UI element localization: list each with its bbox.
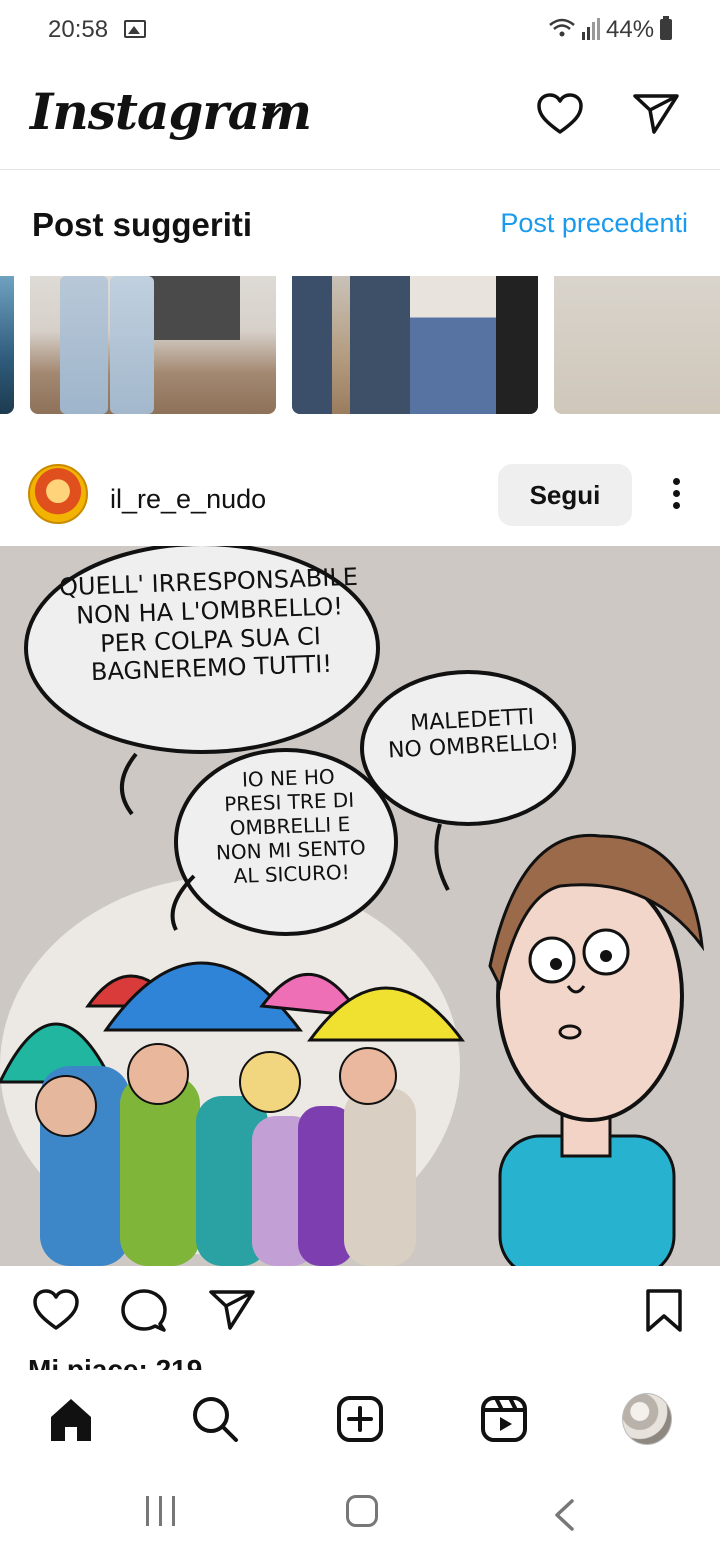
comic-bubble-1: QUELL' IRRESPONSABILE NON HA L'OMBRELLO!… (58, 562, 359, 687)
suggested-thumbnail[interactable] (0, 276, 14, 414)
suggested-title: Post suggeriti (32, 206, 253, 243)
post-username[interactable]: il_re_e_nudo (110, 484, 266, 515)
share-icon[interactable] (208, 1288, 256, 1332)
suggested-posts-header: Post suggeriti Post precedenti (0, 170, 720, 276)
bookmark-icon[interactable] (644, 1288, 684, 1334)
chevron-down-icon[interactable] (262, 106, 282, 120)
comic-bubble-3: IO NE HO PRESI TRE DI OMBRELLI E NON MI … (215, 764, 367, 888)
nav-profile[interactable] (622, 1393, 672, 1445)
suggested-thumbnails-strip[interactable] (0, 276, 720, 416)
avatar[interactable] (28, 464, 88, 524)
system-navigation-bar (0, 1470, 720, 1560)
home-button-icon[interactable] (346, 1495, 378, 1527)
thumbnail-detail (292, 276, 332, 414)
suggested-thumbnail[interactable] (554, 276, 720, 414)
home-icon (51, 1399, 91, 1441)
wifi-signal-icon (549, 18, 600, 40)
send-icon[interactable] (632, 92, 680, 136)
previous-posts-link[interactable]: Post precedenti (500, 208, 688, 239)
comic-bubble-2: MALEDETTI NO OMBRELLO! (387, 704, 560, 764)
search-icon (193, 1397, 238, 1442)
battery-icon (660, 16, 672, 40)
thumbnail-detail (148, 276, 240, 340)
nav-reels[interactable] (479, 1394, 529, 1444)
follow-button[interactable]: Segui (498, 464, 632, 526)
post-header: il_re_e_nudo Segui (0, 440, 720, 546)
bottom-navigation (0, 1370, 720, 1470)
profile-avatar (622, 1393, 672, 1445)
status-time: 20:58 (48, 16, 109, 43)
top-app-bar: Instagram (0, 62, 720, 170)
recent-apps-icon[interactable] (146, 1496, 176, 1526)
nav-search[interactable] (190, 1394, 240, 1444)
nav-home[interactable] (46, 1394, 96, 1444)
thumbnail-detail (350, 276, 410, 414)
back-icon[interactable] (552, 1498, 576, 1532)
more-options-icon[interactable] (670, 478, 682, 514)
thumbnail-detail (60, 276, 108, 414)
likes-count-text: Mi piace: 219 (28, 1358, 202, 1370)
post-image[interactable]: QUELL' IRRESPONSABILE NON HA L'OMBRELLO!… (0, 546, 720, 1266)
status-bar: 20:58 44% (0, 0, 720, 62)
create-icon (337, 1396, 383, 1442)
thumbnail-detail (496, 276, 538, 414)
post-actions (0, 1266, 720, 1362)
gallery-icon (124, 20, 146, 38)
suggested-thumbnail[interactable] (30, 276, 276, 414)
likes-count[interactable]: Mi piace: 219 (28, 1358, 202, 1370)
like-icon[interactable] (32, 1288, 80, 1332)
thumbnail-detail (410, 276, 496, 414)
heart-icon[interactable] (536, 92, 584, 136)
reels-icon (481, 1396, 527, 1442)
battery-percent: 44% (606, 16, 655, 43)
suggested-thumbnail[interactable] (292, 276, 538, 414)
thumbnail-detail (110, 276, 154, 414)
comment-icon[interactable] (120, 1288, 168, 1334)
nav-create[interactable] (335, 1394, 385, 1444)
